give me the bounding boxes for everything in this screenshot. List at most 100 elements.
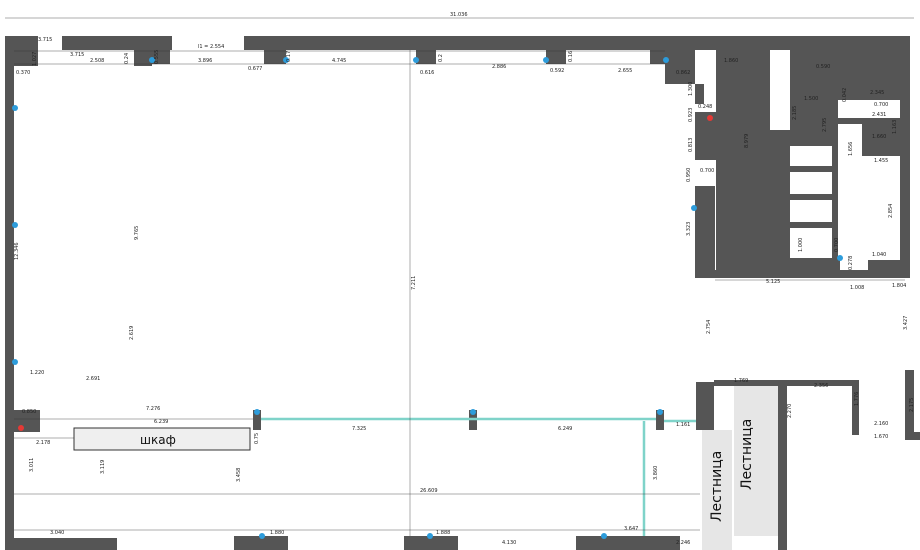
fixture-marker (12, 359, 18, 365)
dim-core-7: 3.323 (686, 222, 692, 236)
dim-left-top: 0.370 (16, 70, 30, 76)
dim-partition-b: 6.249 (558, 426, 572, 432)
dim-seg15: 2.655 (618, 68, 632, 74)
dim-center-vertical: 7.211 (411, 276, 417, 290)
glass-partition (261, 417, 696, 536)
wall-core-block (695, 112, 718, 160)
dim-mid-2: 2.691 (86, 376, 100, 382)
dim-wc-16: 0.278 (848, 256, 854, 270)
dim-seg2: 2.508 (90, 58, 104, 64)
dim-left-low-v: 3.011 (29, 458, 35, 472)
dim-wc-5: 0.700 (874, 102, 888, 108)
wall-top-col-3 (416, 36, 436, 64)
dim-right-low: 2.160 (874, 421, 888, 427)
dim-room-h1: 9.765 (134, 226, 140, 240)
dim-bottom-5: 3.647 (624, 526, 638, 532)
wall-wc-left (770, 130, 790, 276)
wall-core-bottom (695, 270, 910, 278)
dim-stair-v2: 2.270 (787, 404, 793, 418)
dim-seg1: 3.715 (70, 52, 84, 58)
dim-wc-15: 0.700 (834, 238, 840, 252)
wall-core-outer (695, 84, 704, 104)
dim-left-wall: 12.346 (14, 243, 20, 261)
dim-overall-top: 31.036 (450, 12, 468, 18)
dim-bottom-2: 1.880 (270, 530, 284, 536)
dim-core-6: 0.950 (686, 168, 692, 182)
wall-stair-room-c (778, 380, 787, 550)
marker-red-2 (18, 425, 24, 431)
walls (5, 36, 920, 550)
wall-wc-mid (838, 118, 900, 124)
fixture-marker (259, 533, 265, 539)
stairs-label-1: Лестница (709, 451, 725, 522)
dim-seg16: 0.862 (676, 70, 690, 76)
dim-wc-9: 2.795 (822, 118, 828, 132)
fixture-marker (601, 533, 607, 539)
dim-wc-10: 1.660 (872, 134, 886, 140)
wall-top-right-v (665, 36, 695, 84)
wall-stair-left (696, 382, 714, 430)
dim-shelf-w: 7.276 (146, 406, 160, 412)
fixture-marker (12, 105, 18, 111)
dim-shelf-left: 0.850 (22, 409, 36, 415)
dim-top-left-short: 3.715 (38, 37, 52, 43)
dim-wc-7: 1.163 (892, 120, 898, 134)
wall-top-col-4 (546, 36, 566, 64)
dim-bottom-3: 1.888 (436, 530, 450, 536)
dim-left-low: 2.178 (36, 440, 50, 446)
dim-wc-12: 1.455 (874, 158, 888, 164)
wall-bottom-1 (5, 538, 117, 550)
dim-bottom-overall: 26.609 (420, 488, 438, 494)
dim-seg13: 0.592 (550, 68, 564, 74)
dim-partition-c: 1.161 (676, 422, 690, 428)
dim-stair-w: 1.769 (734, 378, 748, 384)
dim-seg4: 0.555 (154, 50, 160, 64)
dim-right-v: 3.427 (903, 316, 909, 330)
dim-core-2: 0.248 (698, 104, 712, 110)
wall-wc-cubicle-2 (790, 166, 838, 172)
dim-room-w-mid: 2.619 (129, 326, 135, 340)
dim-bottom-1: 3.040 (50, 530, 64, 536)
dim-core-4: 0.813 (688, 138, 694, 152)
fixture-marker (254, 409, 260, 415)
dim-seg12: 2.886 (492, 64, 506, 70)
wardrobe-label: шкаф (140, 433, 176, 447)
wall-stair-room-r (852, 380, 859, 435)
dim-left-mid: 1.220 (30, 370, 44, 376)
dim-wc-11: 1.656 (848, 142, 854, 156)
dim-right-low2: 1.670 (874, 434, 888, 440)
dim-seg5: 3.896 (198, 58, 212, 64)
dim-wc-2: 1.500 (804, 96, 818, 102)
fixture-marker (12, 222, 18, 228)
wall-wc-inner (830, 80, 838, 140)
fixture-marker (543, 57, 549, 63)
dim-core-1: 1.300 (688, 82, 694, 96)
dim-wc-4: 2.345 (870, 90, 884, 96)
wall-wc-top (838, 80, 898, 86)
fixture-marker (470, 409, 476, 415)
fixture-marker (691, 205, 697, 211)
fixture-marker (657, 409, 663, 415)
dim-stair-room: 2.356 (814, 383, 828, 389)
dim-wc-14: 1.000 (798, 238, 804, 252)
dim-seg11: 0.2 (438, 54, 444, 62)
wall-bottom-4 (576, 536, 680, 550)
dim-core-5: 0.700 (700, 168, 714, 174)
dim-seg8: 0.17 (286, 51, 292, 62)
dim-seg14: 0.16 (568, 51, 574, 62)
dim-bottom-6: 2.246 (676, 540, 690, 546)
fixture-marker (663, 57, 669, 63)
dim-wc-17: 1.040 (872, 252, 886, 258)
dim-core-v: 8.979 (744, 134, 750, 148)
dim-wc-1: 0.590 (816, 64, 830, 70)
wall-top-col-2 (264, 36, 286, 64)
fixture-marker (413, 57, 419, 63)
wall-top-3 (244, 36, 669, 50)
floor-plan: шкаф Лестница Лестница 31.036 3.715 1.02… (5, 12, 920, 550)
dim-col-drop: 3.458 (236, 468, 242, 482)
fixture-marker (837, 255, 843, 261)
dim-wc-8: 2.185 (792, 106, 798, 120)
wall-wc-cubicle-1 (790, 140, 838, 146)
dim-core-top: 1.860 (724, 58, 738, 64)
dim-shelf-inner: 6.239 (154, 419, 168, 425)
